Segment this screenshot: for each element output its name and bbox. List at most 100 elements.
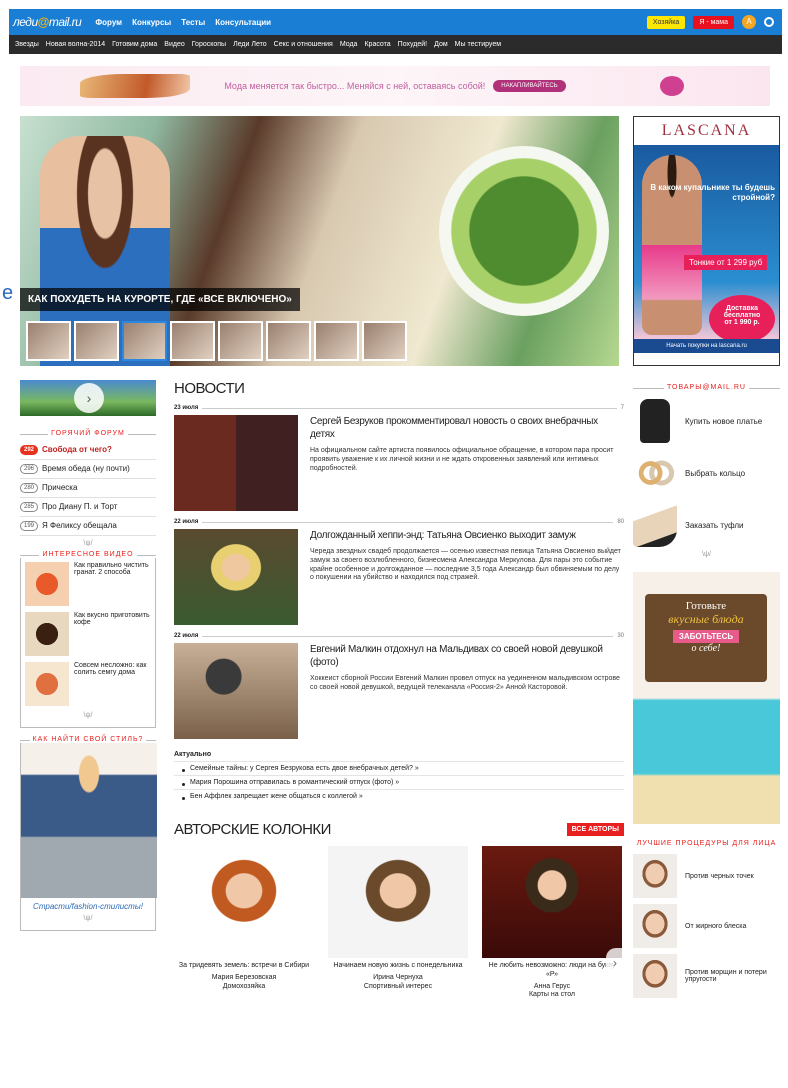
comment-count[interactable]: 30 bbox=[617, 633, 624, 639]
news-date: 22 июля bbox=[174, 519, 199, 525]
news-title[interactable]: Долгожданный хеппи-энд: Татьяна Овсиенко… bbox=[310, 529, 624, 542]
goods-item[interactable]: Заказать туфли bbox=[633, 503, 780, 547]
goods-header[interactable]: ТОВАРЫ@MAIL.RU bbox=[633, 384, 780, 391]
cat-beauty[interactable]: Красота bbox=[364, 41, 390, 48]
chevron-right-icon[interactable]: › bbox=[606, 948, 624, 978]
hero-thumb[interactable] bbox=[266, 321, 311, 361]
news-image[interactable] bbox=[174, 643, 298, 739]
news-item[interactable]: Долгожданный хеппи-энд: Татьяна Овсиенко… bbox=[174, 529, 624, 625]
hero-thumb[interactable] bbox=[362, 321, 407, 361]
goods-link[interactable]: Купить новое платье bbox=[685, 417, 762, 426]
author-column-title[interactable]: Начинаем новую жизнь с понедельника bbox=[328, 962, 468, 971]
news-title[interactable]: Евгений Малкин отдохнул на Мальдивах со … bbox=[310, 643, 624, 669]
forum-item[interactable]: 296 Время обеда (ну почти) bbox=[20, 460, 156, 479]
news-text: На официальном сайте артиста появилось о… bbox=[310, 447, 614, 472]
cat-new-wave[interactable]: Новая волна-2014 bbox=[46, 41, 105, 48]
goods-item[interactable]: Купить новое платье bbox=[633, 399, 780, 443]
all-authors-button[interactable]: ВСЕ АВТОРЫ bbox=[566, 823, 624, 836]
author-column-title[interactable]: Не любить невозможно: люди на букву «Р» bbox=[482, 962, 622, 980]
news-image[interactable] bbox=[174, 415, 298, 511]
cat-we-test[interactable]: Мы тестируем bbox=[455, 41, 501, 48]
mom-button[interactable]: Я - мама bbox=[693, 15, 734, 29]
cat-home[interactable]: Дом bbox=[434, 41, 448, 48]
procedure-item[interactable]: От жирного блеска bbox=[633, 904, 780, 949]
site-logo[interactable]: леди@mail.ru bbox=[13, 15, 82, 29]
promo-block[interactable]: › bbox=[20, 380, 156, 416]
author-card[interactable]: За тридевять земель: встречи в Сибири Ма… bbox=[174, 846, 314, 1000]
video-item[interactable]: Как вкусно приготовить кофе bbox=[25, 612, 151, 656]
nav-consultations[interactable]: Консультации bbox=[215, 18, 271, 27]
hero-thumb[interactable] bbox=[314, 321, 359, 361]
shoes-image bbox=[633, 503, 677, 547]
author-card[interactable]: Не любить невозможно: люди на букву «Р» … bbox=[482, 846, 622, 1000]
columns-header[interactable]: АВТОРСКИЕ КОЛОНКИ bbox=[174, 821, 331, 838]
news-text: Череда звездных свадеб продолжается — ос… bbox=[310, 548, 621, 582]
food-ad[interactable]: Готовьте вкусные блюда ЗАБОТЬТЕСЬ о себе… bbox=[633, 572, 780, 824]
food-ad-line: Готовьте bbox=[685, 600, 727, 612]
ad-banner[interactable]: Мода меняется так быстро... Меняйся с не… bbox=[20, 66, 770, 106]
author-photo[interactable] bbox=[174, 846, 314, 958]
hero-slider[interactable]: КАК ПОХУДЕТЬ НА КУРОРТЕ, ГДЕ «ВСЕ ВКЛЮЧЕ… bbox=[20, 116, 619, 366]
style-link[interactable]: Страсти/fashion-стилисты! bbox=[21, 902, 155, 911]
forum-item[interactable]: 199 Я Феликсу обещала bbox=[20, 517, 156, 536]
forum-item-text: Свобода от чего? bbox=[42, 445, 112, 454]
news-header[interactable]: НОВОСТИ bbox=[174, 380, 624, 397]
banner-button[interactable]: НАКАПЛИВАЙТЕСЬ bbox=[493, 80, 566, 92]
cat-relationships[interactable]: Секс и отношения bbox=[274, 41, 333, 48]
hero-thumb[interactable] bbox=[74, 321, 119, 361]
lascana-cta-button[interactable]: Начать покупки на lascana.ru bbox=[634, 339, 779, 353]
authors-row: За тридевять земель: встречи в Сибири Ма… bbox=[174, 846, 624, 1000]
news-title[interactable]: Сергей Безруков прокомментировал новость… bbox=[310, 415, 624, 441]
comment-count[interactable]: 80 bbox=[617, 519, 624, 525]
forum-item[interactable]: 280 Прическа bbox=[20, 479, 156, 498]
video-item[interactable]: Совсем несложно: как солить семгу дома bbox=[25, 662, 151, 706]
avatar[interactable]: A bbox=[742, 15, 756, 29]
procedure-link[interactable]: Против морщин и потери упругости bbox=[685, 969, 780, 983]
lascana-body: В каком купальнике ты будешь стройной? Т… bbox=[634, 145, 779, 343]
actual-link[interactable]: Бен Аффлек запрещает жене общаться с кол… bbox=[174, 789, 624, 803]
forum-item[interactable]: 292 Свобода от чего? bbox=[20, 441, 156, 460]
hero-thumb[interactable] bbox=[218, 321, 263, 361]
nav-tests[interactable]: Тесты bbox=[181, 18, 205, 27]
cat-fashion[interactable]: Мода bbox=[340, 41, 358, 48]
cat-cooking[interactable]: Готовим дома bbox=[112, 41, 157, 48]
goods-item[interactable]: Выбрать кольцо bbox=[633, 451, 780, 495]
procedure-item[interactable]: Против черных точек bbox=[633, 854, 780, 899]
procedure-link[interactable]: Против черных точек bbox=[685, 873, 754, 880]
news-item[interactable]: Сергей Безруков прокомментировал новость… bbox=[174, 415, 624, 511]
goods-link[interactable]: Выбрать кольцо bbox=[685, 469, 745, 478]
cat-lady-summer[interactable]: Леди Лето bbox=[233, 41, 267, 48]
hero-title[interactable]: КАК ПОХУДЕТЬ НА КУРОРТЕ, ГДЕ «ВСЕ ВКЛЮЧЕ… bbox=[20, 288, 300, 311]
news-image[interactable] bbox=[174, 529, 298, 625]
video-item[interactable]: Как правильно чистить гранат. 2 способа bbox=[25, 562, 151, 606]
comment-count[interactable]: 7 bbox=[621, 405, 624, 411]
forum-count: 285 bbox=[20, 502, 39, 512]
cat-horoscopes[interactable]: Гороскопы bbox=[192, 41, 226, 48]
news-text: Хоккеист сборной России Евгений Малкин п… bbox=[310, 675, 620, 691]
author-photo[interactable] bbox=[328, 846, 468, 958]
forum-item[interactable]: 285 Про Диану П. и Торт bbox=[20, 498, 156, 517]
actual-link[interactable]: Мария Порошина отправилась в романтическ… bbox=[174, 775, 624, 789]
chevron-right-icon[interactable]: › bbox=[74, 383, 104, 413]
hero-thumb-selected[interactable] bbox=[122, 321, 167, 361]
procedure-item[interactable]: Против морщин и потери упругости bbox=[633, 954, 780, 999]
search-icon[interactable] bbox=[764, 17, 774, 27]
hero-thumb[interactable] bbox=[170, 321, 215, 361]
nav-forum[interactable]: Форум bbox=[95, 18, 122, 27]
cat-stars[interactable]: Звезды bbox=[15, 41, 39, 48]
cat-lose-weight[interactable]: Похудей! bbox=[398, 41, 427, 48]
hostess-button[interactable]: Хозяйка bbox=[646, 15, 686, 29]
video-title: Совсем несложно: как солить семгу дома bbox=[74, 662, 147, 676]
author-card[interactable]: Начинаем новую жизнь с понедельника Ирин… bbox=[328, 846, 468, 1000]
cat-video[interactable]: Видео bbox=[164, 41, 184, 48]
news-item[interactable]: Евгений Малкин отдохнул на Мальдивах со … bbox=[174, 643, 624, 739]
hero-thumb[interactable] bbox=[26, 321, 71, 361]
actual-link[interactable]: Семейные тайны: у Сергея Безрукова есть … bbox=[174, 761, 624, 775]
nav-contests[interactable]: Конкурсы bbox=[132, 18, 171, 27]
author-photo[interactable] bbox=[482, 846, 622, 958]
author-column-title[interactable]: За тридевять земель: встречи в Сибири bbox=[174, 962, 314, 971]
goods-link[interactable]: Заказать туфли bbox=[685, 521, 744, 530]
lascana-ad[interactable]: LASCANA В каком купальнике ты будешь стр… bbox=[633, 116, 780, 366]
procedure-link[interactable]: От жирного блеска bbox=[685, 923, 746, 930]
style-box[interactable]: Страсти/fashion-стилисты! \ψ/ bbox=[20, 743, 157, 931]
